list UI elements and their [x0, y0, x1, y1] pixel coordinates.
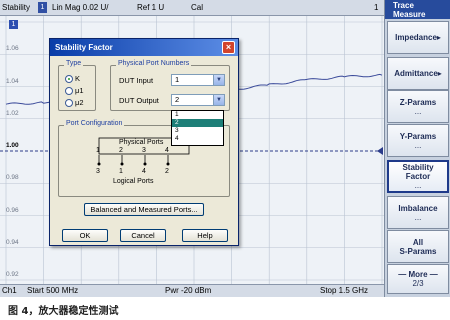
radio-button[interactable] [65, 74, 73, 83]
trace-tag: 1 [9, 20, 18, 29]
dut-output-value: 2 [175, 95, 180, 104]
dialog-title: Stability Factor [55, 43, 113, 52]
format-scale-readout[interactable]: Lin Mag 0.02 U/ [52, 0, 108, 15]
reference-readout[interactable]: Ref 1 U [137, 0, 164, 15]
y-tick-label: 0.98 [6, 174, 19, 182]
channel-label[interactable]: Ch1 [2, 285, 17, 297]
chevron-down-icon[interactable]: ▼ [213, 75, 224, 85]
radio-mu2[interactable]: μ2 [65, 98, 84, 107]
physical-port-4: 4 [165, 147, 169, 154]
softkey-label: S-Params [399, 246, 437, 256]
physical-port-2: 2 [119, 147, 123, 154]
dropdown-option[interactable]: 1 [172, 111, 223, 119]
stop-frequency[interactable]: Stop 1.5 GHz [320, 285, 368, 297]
ok-button[interactable]: OK [62, 229, 108, 242]
softkey-label: Impedance▸ [395, 33, 441, 42]
softkey-label: Z-Params [399, 97, 437, 107]
cancel-button[interactable]: Cancel [120, 229, 166, 242]
panel-header: Trace Measure [385, 0, 450, 19]
softkey-panel: Trace Measure Impedance▸ Admittance▸ Z-Par… [384, 0, 450, 297]
softkey-label: Stability [402, 163, 434, 172]
softkey-label: All [412, 237, 424, 247]
dut-input-select[interactable]: 1 ▼ [171, 74, 225, 86]
physical-port-3: 3 [142, 147, 146, 154]
figure-caption: 图 4，放大器稳定性测试 [8, 306, 119, 317]
softkey-admittance[interactable]: Admittance▸ [387, 57, 449, 90]
softkey-stability-factor[interactable]: Stability Factor... [387, 160, 449, 193]
trace-label[interactable]: Stability [2, 0, 30, 15]
dut-output-select[interactable]: 2 ▼ [171, 94, 225, 106]
logical-ports-label: Logical Ports [113, 178, 154, 185]
softkey-z-params[interactable]: Z-Params... [387, 90, 449, 123]
softkey-label: Y-Params [399, 131, 437, 141]
y-tick-label: 1.00 [6, 142, 19, 149]
y-tick-label: 1.06 [6, 45, 19, 53]
dut-output-label: DUT Output [119, 96, 159, 105]
softkey-sub: ... [414, 140, 422, 150]
cal-status: Cal [191, 3, 204, 12]
softkey-more[interactable]: — More —2/3 [387, 264, 449, 294]
softkey-sub: ... [414, 106, 422, 116]
balanced-ports-button[interactable]: Balanced and Measured Ports... [84, 203, 204, 216]
dut-input-value: 1 [175, 75, 180, 84]
physical-ports-group-title: Physical Port Numbers [116, 60, 192, 67]
top-status-bar: Stability 1 Lin Mag 0.02 U/ Ref 1 U Cal … [0, 0, 384, 16]
logical-port-b: 1 [119, 168, 123, 175]
physical-ports-label: Physical Ports [119, 139, 164, 146]
radio-label: μ1 [75, 86, 84, 95]
dut-output-dropdown[interactable]: 1234 [171, 110, 224, 146]
panel-title: Trace [393, 1, 414, 10]
chevron-down-icon[interactable]: ▼ [213, 95, 224, 105]
softkey-sub: ... [414, 212, 422, 222]
y-tick-label: 0.92 [6, 271, 19, 278]
reference-marker-icon[interactable] [377, 147, 383, 155]
type-group: Type K μ1 μ2 [58, 60, 96, 111]
dropdown-option[interactable]: 4 [172, 135, 223, 143]
softkey-label: — More — [398, 270, 438, 279]
softkey-label: Factor [405, 172, 431, 181]
power-level[interactable]: Pwr -20 dBm [165, 285, 211, 297]
softkey-imbalance[interactable]: Imbalance... [387, 196, 449, 229]
radio-k[interactable]: K [65, 74, 80, 83]
dut-input-label: DUT Input [119, 76, 154, 85]
y-tick-label: 1.02 [6, 109, 19, 117]
y-tick-label: 0.94 [6, 238, 19, 246]
dropdown-option[interactable]: 2 [172, 119, 223, 127]
dialog-title-bar[interactable]: Stability Factor × [50, 39, 238, 56]
radio-button[interactable] [65, 86, 73, 95]
radio-mu1[interactable]: μ1 [65, 86, 84, 95]
start-frequency[interactable]: Start 500 MHz [27, 285, 78, 297]
softkey-y-params[interactable]: Y-Params... [387, 124, 449, 157]
softkey-sub: 2/3 [412, 279, 424, 288]
logical-port-d: 2 [165, 168, 169, 175]
bottom-status-bar: Ch1 Start 500 MHz Pwr -20 dBm Stop 1.5 G… [0, 284, 384, 297]
y-tick-label: 1.04 [6, 77, 19, 85]
type-group-title: Type [64, 60, 84, 67]
softkey-sub: ... [414, 181, 422, 190]
help-button[interactable]: Help [182, 229, 228, 242]
radio-label: K [75, 74, 81, 83]
softkey-label: Imbalance [398, 203, 438, 213]
y-tick-label: 0.96 [6, 206, 19, 214]
radio-button[interactable] [65, 98, 73, 107]
trace-number-badge: 1 [38, 2, 47, 13]
radio-label: μ2 [75, 98, 84, 107]
softkey-label: Admittance▸ [394, 69, 442, 78]
dropdown-option[interactable]: 3 [172, 127, 223, 135]
physical-port-1: 1 [96, 147, 100, 154]
physical-ports-group: Physical Port Numbers DUT Input 1 ▼ DUT … [110, 60, 230, 111]
logical-port-a: 3 [96, 168, 100, 175]
panel-subtitle: Measure [393, 10, 426, 19]
close-button[interactable]: × [222, 41, 235, 54]
logical-port-c: 4 [142, 168, 146, 175]
channel-number: 1 [374, 3, 379, 12]
softkey-all-s-params[interactable]: All S-Params [387, 230, 449, 263]
softkey-impedance[interactable]: Impedance▸ [387, 21, 449, 54]
